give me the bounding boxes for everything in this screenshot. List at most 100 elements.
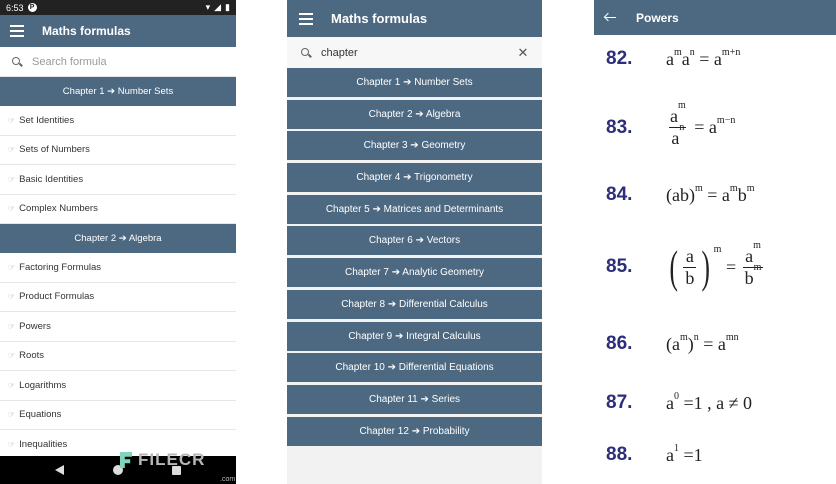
app-bar: Powers (594, 0, 836, 35)
list-item[interactable]: ☞ Sets of Numbers (0, 135, 236, 165)
search-bar (0, 47, 236, 77)
hand-pointer-icon: ☞ (8, 145, 16, 155)
chapter-item[interactable]: Chapter 2 ➔ Algebra (287, 99, 542, 129)
signal-icon: ◢ (214, 2, 222, 12)
list-item[interactable]: ☞ Logarithms (0, 371, 236, 401)
search-icon (301, 47, 312, 58)
formula-number: 88. (606, 444, 633, 465)
status-bar: 6:53 P ▾ ◢ ▮ (0, 0, 236, 15)
list-item[interactable]: ☞ Equations (0, 400, 236, 430)
list-item[interactable]: ☞ Set Identities (0, 106, 236, 136)
formula-expression: am an = a m−n (669, 100, 736, 148)
hand-pointer-icon: ☞ (8, 292, 16, 302)
chapter-item[interactable]: Chapter 1 ➔ Number Sets (287, 68, 542, 97)
formula-number: 87. (606, 392, 633, 413)
list-item[interactable]: ☞ Basic Identities (0, 165, 236, 195)
chapter-item[interactable]: Chapter 9 ➔ Integral Calculus (287, 321, 542, 351)
search-bar: ✕ (287, 37, 542, 68)
list-item-label: Powers (19, 320, 51, 332)
formula-row: 86. (a m) n = a mn (594, 331, 836, 355)
menu-icon[interactable] (299, 12, 313, 25)
app-title: Maths formulas (42, 24, 131, 38)
search-input[interactable] (321, 46, 512, 59)
chapter-item[interactable]: Chapter 4 ➔ Trigonometry (287, 163, 542, 193)
formula-expression: a0 =1 , a ≠ 0 (666, 390, 753, 413)
watermark-text: FILECR (138, 450, 206, 469)
formula-number: 86. (606, 333, 633, 354)
formula-row: 83. am an = a m−n (594, 100, 836, 149)
notification-badge-icon: P (27, 3, 37, 12)
list-item[interactable]: ☞ Powers (0, 312, 236, 342)
formula-row: 85. (a b) m = am bm (594, 239, 836, 292)
chapter-item[interactable]: Chapter 8 ➔ Differential Calculus (287, 289, 542, 319)
search-icon (12, 56, 23, 67)
hand-pointer-icon: ☞ (8, 351, 16, 361)
powers-screen: Powers 82. aman = a m+n 83. am an = a m−n 8… (594, 0, 836, 484)
nav-back-icon[interactable] (54, 465, 64, 475)
formula-row: 87. a0 =1 , a ≠ 0 (594, 390, 836, 414)
formula-expression: (ab)m = ambm (666, 182, 755, 205)
formula-number: 82. (606, 48, 633, 69)
app-bar: Maths formulas (287, 0, 542, 37)
chapter-item[interactable]: Chapter 7 ➔ Analytic Geometry (287, 258, 542, 288)
filecr-logo-icon (120, 452, 132, 468)
formula-number: 83. (606, 116, 633, 138)
chapter-list: Chapter 1 ➔ Number Sets Chapter 2 ➔ Algeb… (287, 68, 542, 446)
formula-number: 84. (606, 184, 633, 205)
hand-pointer-icon: ☞ (8, 204, 16, 214)
wifi-icon: ▾ (205, 2, 211, 12)
hand-pointer-icon: ☞ (8, 115, 16, 125)
chapter-item[interactable]: Chapter 3 ➔ Geometry (287, 131, 542, 161)
watermark-sub: .com (220, 476, 236, 483)
hand-pointer-icon: ☞ (8, 262, 16, 272)
close-icon[interactable]: ✕ (512, 45, 534, 61)
formula-expression: a1 =1 (666, 442, 703, 465)
list-item-label: Inequalities (19, 438, 68, 450)
chapter-item[interactable]: Chapter 6 ➔ Vectors (287, 226, 542, 256)
formula-expression: aman = a m+n (666, 46, 741, 69)
list-item-label: Product Formulas (19, 291, 95, 303)
list-item[interactable]: ☞ Product Formulas (0, 282, 236, 312)
list-item[interactable]: ☞ Roots (0, 341, 236, 371)
formula-expression: (ab)m = ambm (669, 239, 764, 292)
list-item-label: Basic Identities (19, 173, 84, 185)
chapter-header[interactable]: Chapter 1 ➔ Number Sets (0, 77, 236, 106)
chapter-item[interactable]: Chapter 10 ➔ Differential Equations (287, 353, 542, 383)
list-item-label: Set Identities (19, 114, 75, 126)
menu-icon[interactable] (10, 25, 24, 37)
formula-row: 88. a1 =1 (594, 442, 836, 466)
hand-pointer-icon: ☞ (8, 439, 16, 449)
list-item[interactable]: ☞ Factoring Formulas (0, 253, 236, 283)
chapter-item[interactable]: Chapter 5 ➔ Matrices and Determinants (287, 194, 542, 224)
formula-list: Chapter 1 ➔ Number Sets ☞ Set Identities ☞ S… (0, 77, 236, 460)
formula-row: 82. aman = a m+n (594, 46, 836, 70)
list-item-label: Logarithms (19, 379, 67, 391)
watermark: FILECR (120, 450, 205, 470)
list-item-label: Roots (19, 350, 44, 362)
hand-pointer-icon: ☞ (8, 380, 16, 390)
app-bar: Maths formulas (0, 15, 236, 47)
hand-pointer-icon: ☞ (8, 321, 16, 331)
list-item-label: Sets of Numbers (19, 144, 90, 156)
formula-list-screen: 6:53 P ▾ ◢ ▮ Maths formulas Chapter 1 ➔ … (0, 0, 236, 484)
search-input[interactable] (32, 55, 236, 68)
formula-expression: (a m) n = a mn (666, 331, 739, 354)
formula-row: 84. (ab) m = ambm (594, 182, 836, 206)
list-item-label: Complex Numbers (19, 203, 98, 215)
list-item[interactable]: ☞ Complex Numbers (0, 194, 236, 224)
hand-pointer-icon: ☞ (8, 174, 16, 184)
formula-number: 85. (606, 256, 633, 277)
list-item-label: Factoring Formulas (19, 261, 102, 273)
chapter-item[interactable]: Chapter 12 ➔ Probability (287, 416, 542, 446)
chapter-item[interactable]: Chapter 11 ➔ Series (287, 384, 542, 414)
hand-pointer-icon: ☞ (8, 410, 16, 420)
arrow-back-icon[interactable] (603, 12, 616, 23)
list-item-label: Equations (19, 409, 62, 421)
status-time: 6:53 (6, 2, 24, 13)
chapter-header[interactable]: Chapter 2 ➔ Algebra (0, 224, 236, 253)
screenshot-collage: 6:53 P ▾ ◢ ▮ Maths formulas Chapter 1 ➔ … (0, 0, 836, 484)
chapter-search-screen: Maths formulas ✕ Chapter 1 ➔ Number Sets… (287, 0, 542, 484)
app-title: Maths formulas (331, 11, 428, 26)
battery-icon: ▮ (225, 2, 230, 12)
screen-title: Powers (636, 10, 679, 25)
